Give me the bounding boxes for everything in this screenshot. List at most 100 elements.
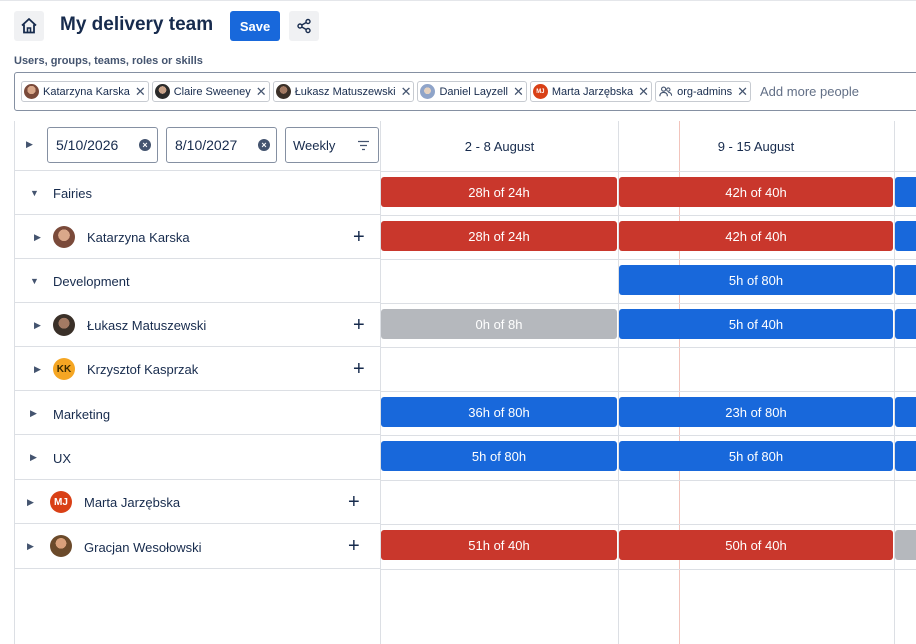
resource-tree: ▶ 5/10/2026 × 8/10/2027 × Weekly ▼ Fairi… [14, 121, 381, 644]
capacity-bar-partial[interactable] [895, 265, 916, 295]
row-divider [381, 480, 916, 481]
close-icon[interactable]: ✕ [513, 85, 524, 98]
capacity-bar-partial[interactable] [895, 309, 916, 339]
people-tag-label: Daniel Layzell [439, 85, 508, 98]
plus-icon[interactable]: + [348, 536, 360, 556]
week-header: 2 - 8 August [464, 138, 535, 154]
plus-icon[interactable]: + [353, 315, 365, 335]
caret-icon[interactable]: ▶ [30, 452, 37, 463]
tree-row-person[interactable]: ▶ Łukasz Matuszewski + [15, 303, 381, 347]
caret-icon[interactable]: ▼ [30, 188, 39, 198]
close-icon[interactable]: ✕ [135, 85, 146, 98]
row-divider [381, 435, 916, 436]
person-label: Krzysztof Kasprzak [87, 362, 199, 377]
home-button[interactable] [14, 11, 44, 41]
save-button[interactable]: Save [230, 11, 280, 41]
people-tag-label: Claire Sweeney [173, 85, 251, 98]
start-date-field[interactable]: 5/10/2026 × [47, 127, 158, 163]
people-tag[interactable]: Katarzyna Karska ✕ [21, 81, 149, 102]
tree-row-person[interactable]: ▶ Gracjan Wesołowski + [15, 524, 381, 569]
caret-icon[interactable]: ▶ [34, 364, 41, 375]
tree-row-group[interactable]: ▼ Fairies [15, 171, 381, 215]
capacity-bar-partial[interactable] [895, 530, 916, 560]
people-group-icon [659, 86, 673, 97]
tree-row-person[interactable]: ▶ KK Krzysztof Kasprzak + [15, 347, 381, 391]
caret-icon[interactable]: ▶ [26, 139, 33, 150]
avatar: MJ [50, 491, 72, 513]
capacity-bar-under[interactable]: 5h of 80h [381, 441, 617, 471]
close-icon[interactable]: ✕ [401, 85, 412, 98]
group-label: Marketing [53, 407, 111, 422]
clear-icon[interactable]: × [139, 139, 151, 151]
capacity-bar-partial[interactable] [895, 441, 916, 471]
people-tag[interactable]: Daniel Layzell ✕ [417, 81, 527, 102]
plus-icon[interactable]: + [353, 359, 365, 379]
people-tag[interactable]: org-admins ✕ [655, 81, 752, 102]
capacity-bar-over[interactable]: 28h of 24h [381, 177, 617, 207]
controls-row: ▶ 5/10/2026 × 8/10/2027 × Weekly [15, 121, 381, 171]
caret-icon[interactable]: ▼ [30, 276, 39, 286]
row-divider [381, 524, 916, 525]
clear-icon[interactable]: × [258, 139, 270, 151]
plus-icon[interactable]: + [348, 492, 360, 512]
tree-row-person[interactable]: ▶ MJ Marta Jarzębska + [15, 480, 381, 524]
capacity-bar-over[interactable]: 42h of 40h [619, 221, 893, 251]
people-tag[interactable]: MJ Marta Jarzębska ✕ [529, 81, 653, 102]
week-header: 9 - 15 August [717, 138, 795, 154]
plus-icon[interactable]: + [353, 227, 365, 247]
capacity-bar-partial[interactable] [895, 221, 916, 251]
people-picker[interactable]: Katarzyna Karska ✕ Claire Sweeney ✕ Łuka… [14, 72, 916, 111]
row-divider [381, 569, 916, 570]
capacity-bar-under[interactable]: 5h of 40h [619, 309, 893, 339]
start-date-value: 5/10/2026 [56, 137, 119, 153]
capacity-bar-partial[interactable] [895, 397, 916, 427]
end-date-field[interactable]: 8/10/2027 × [166, 127, 277, 163]
caret-icon[interactable]: ▶ [27, 497, 34, 508]
capacity-bar-empty[interactable]: 0h of 8h [381, 309, 617, 339]
capacity-bar-over[interactable]: 51h of 40h [381, 530, 617, 560]
avatar [275, 84, 291, 99]
caret-icon[interactable]: ▶ [27, 541, 34, 552]
capacity-bar-partial[interactable] [895, 177, 916, 207]
period-select[interactable]: Weekly [285, 127, 379, 163]
capacity-bar-under[interactable]: 5h of 80h [619, 441, 893, 471]
close-icon[interactable]: ✕ [638, 85, 649, 98]
capacity-bar-over[interactable]: 50h of 40h [619, 530, 893, 560]
add-more-people-input[interactable]: Add more people [760, 84, 859, 99]
people-tag-label: Marta Jarzębska [551, 85, 634, 98]
capacity-bar-under[interactable]: 5h of 80h [619, 265, 893, 295]
person-label: Katarzyna Karska [87, 230, 190, 245]
caret-icon[interactable]: ▶ [30, 408, 37, 419]
row-divider [381, 215, 916, 216]
row-divider [381, 171, 916, 172]
close-icon[interactable]: ✕ [256, 85, 267, 98]
tree-row-group[interactable]: ▶ UX [15, 435, 381, 480]
group-label: UX [53, 451, 72, 466]
avatar [50, 535, 72, 557]
row-divider [381, 347, 916, 348]
capacity-bar-over[interactable]: 42h of 40h [619, 177, 893, 207]
row-divider [381, 303, 916, 304]
people-tag-label: Katarzyna Karska [43, 85, 130, 98]
tree-row-group[interactable]: ▶ Marketing [15, 391, 381, 435]
caret-icon[interactable]: ▶ [34, 320, 41, 331]
capacity-bar-under[interactable]: 36h of 80h [381, 397, 617, 427]
filter-icon [358, 140, 369, 151]
people-tag[interactable]: Łukasz Matuszewski ✕ [272, 81, 415, 102]
end-date-value: 8/10/2027 [175, 137, 238, 153]
capacity-bar-over[interactable]: 28h of 24h [381, 221, 617, 251]
avatar [53, 314, 75, 336]
avatar [420, 84, 436, 99]
caret-icon[interactable]: ▶ [34, 232, 41, 243]
tree-row-person[interactable]: ▶ Katarzyna Karska + [15, 215, 381, 259]
avatar [53, 226, 75, 248]
page-title: My delivery team [60, 14, 214, 35]
share-button[interactable] [289, 11, 319, 41]
people-tag[interactable]: Claire Sweeney ✕ [151, 81, 270, 102]
close-icon[interactable]: ✕ [737, 85, 748, 98]
share-icon [297, 18, 311, 34]
people-tag-label: org-admins [677, 85, 733, 98]
tree-row-group[interactable]: ▼ Development [15, 259, 381, 303]
person-label: Gracjan Wesołowski [84, 540, 202, 555]
capacity-bar-under[interactable]: 23h of 80h [619, 397, 893, 427]
